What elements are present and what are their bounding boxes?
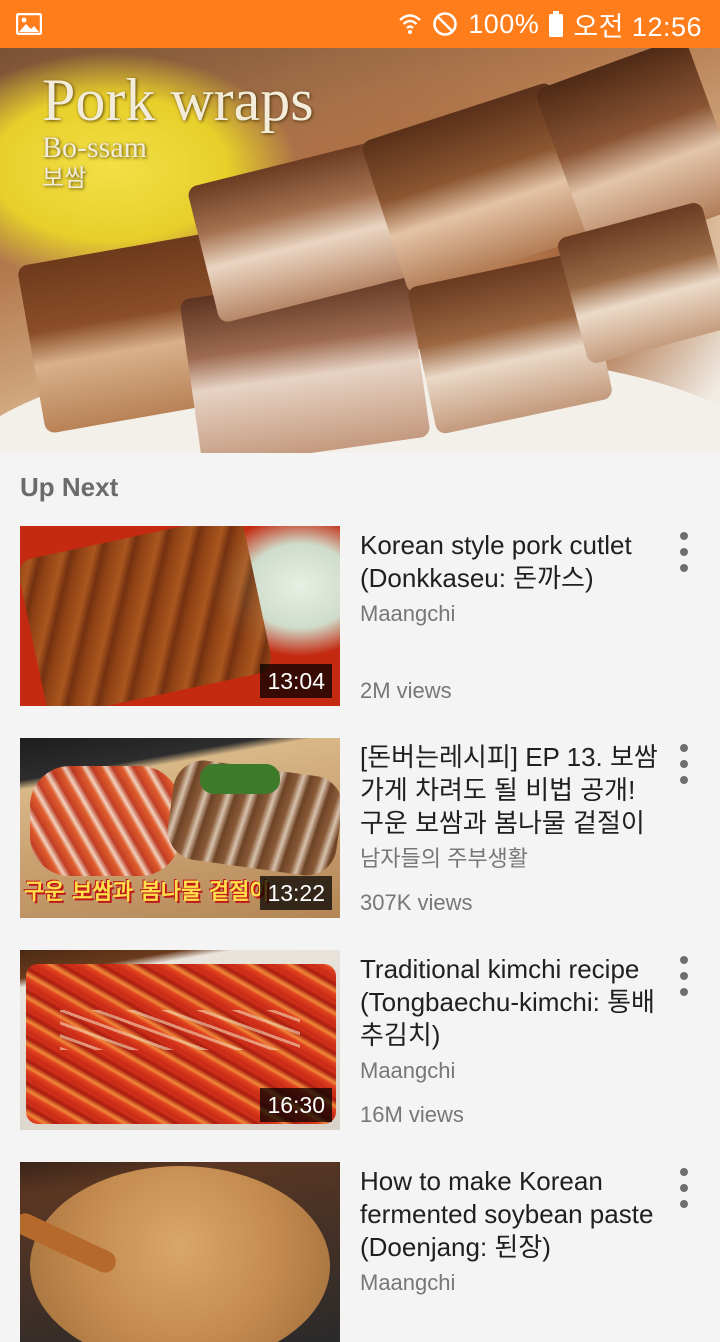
video-duration: 13:04	[260, 664, 332, 698]
thumbnail-caption: 구운 보쌈과 봄나물 겉절이	[24, 880, 270, 905]
battery-percent: 100%	[468, 8, 540, 39]
video-thumbnail[interactable]: 구운 보쌈과 봄나물 겉절이 13:22	[20, 738, 340, 918]
gallery-notification-icon	[16, 13, 42, 35]
channel-name: Maangchi	[360, 601, 456, 626]
video-duration: 16:30	[260, 1088, 332, 1122]
more-options-icon[interactable]	[672, 744, 696, 784]
video-title[interactable]: Traditional kimchi recipe (Tongbaechu-ki…	[360, 953, 660, 1052]
more-options-icon[interactable]	[672, 956, 696, 996]
more-options-icon[interactable]	[672, 1168, 696, 1208]
video-duration: 13:22	[260, 876, 332, 910]
video-title[interactable]: How to make Korean fermented soybean pas…	[360, 1165, 660, 1264]
overlay-subtitle: Bo-ssam	[42, 131, 147, 164]
wifi-icon	[398, 12, 422, 36]
video-info[interactable]: [돈버는레시피] EP 13. 보쌈 가게 차려도 될 비법 공개! 구운 보쌈…	[360, 738, 660, 918]
channel-name: 남자들의 주부생활	[360, 846, 529, 871]
up-next-heading: Up Next	[20, 472, 119, 502]
overlay-subtitle-korean: 보쌈	[42, 164, 87, 192]
video-title-overlay: Pork wraps Bo-ssam 보쌈	[42, 68, 314, 192]
clock: 오전 12:56	[573, 11, 702, 42]
list-item[interactable]: How to make Korean fermented soybean pas…	[0, 1162, 720, 1342]
video-player[interactable]: Pork wraps Bo-ssam 보쌈	[0, 48, 720, 453]
video-title[interactable]: Korean style pork cutlet (Donkkaseu: 돈까스…	[360, 529, 660, 595]
view-count: 2M views	[360, 678, 452, 703]
status-bar: 100% 오전 12:56	[0, 0, 720, 48]
list-item[interactable]: 구운 보쌈과 봄나물 겉절이 13:22 [돈버는레시피] EP 13. 보쌈 …	[0, 738, 720, 918]
video-info[interactable]: Traditional kimchi recipe (Tongbaechu-ki…	[360, 950, 660, 1130]
video-info[interactable]: How to make Korean fermented soybean pas…	[360, 1162, 660, 1342]
view-count: 307K views	[360, 890, 473, 915]
channel-name: Maangchi	[360, 1058, 456, 1083]
channel-name: Maangchi	[360, 1270, 456, 1295]
video-thumbnail[interactable]	[20, 1162, 340, 1342]
video-title[interactable]: [돈버는레시피] EP 13. 보쌈 가게 차려도 될 비법 공개! 구운 보쌈…	[360, 741, 660, 840]
battery-icon	[549, 11, 564, 37]
list-item[interactable]: 13:04 Korean style pork cutlet (Donkkase…	[0, 526, 720, 706]
more-options-icon[interactable]	[672, 532, 696, 572]
view-count: 16M views	[360, 1102, 464, 1127]
video-info[interactable]: Korean style pork cutlet (Donkkaseu: 돈까스…	[360, 526, 660, 706]
overlay-title: Pork wraps	[42, 67, 314, 133]
video-thumbnail[interactable]: 13:04	[20, 526, 340, 706]
do-not-disturb-icon	[432, 11, 458, 37]
video-thumbnail[interactable]: 16:30	[20, 950, 340, 1130]
list-item[interactable]: 16:30 Traditional kimchi recipe (Tongbae…	[0, 950, 720, 1130]
